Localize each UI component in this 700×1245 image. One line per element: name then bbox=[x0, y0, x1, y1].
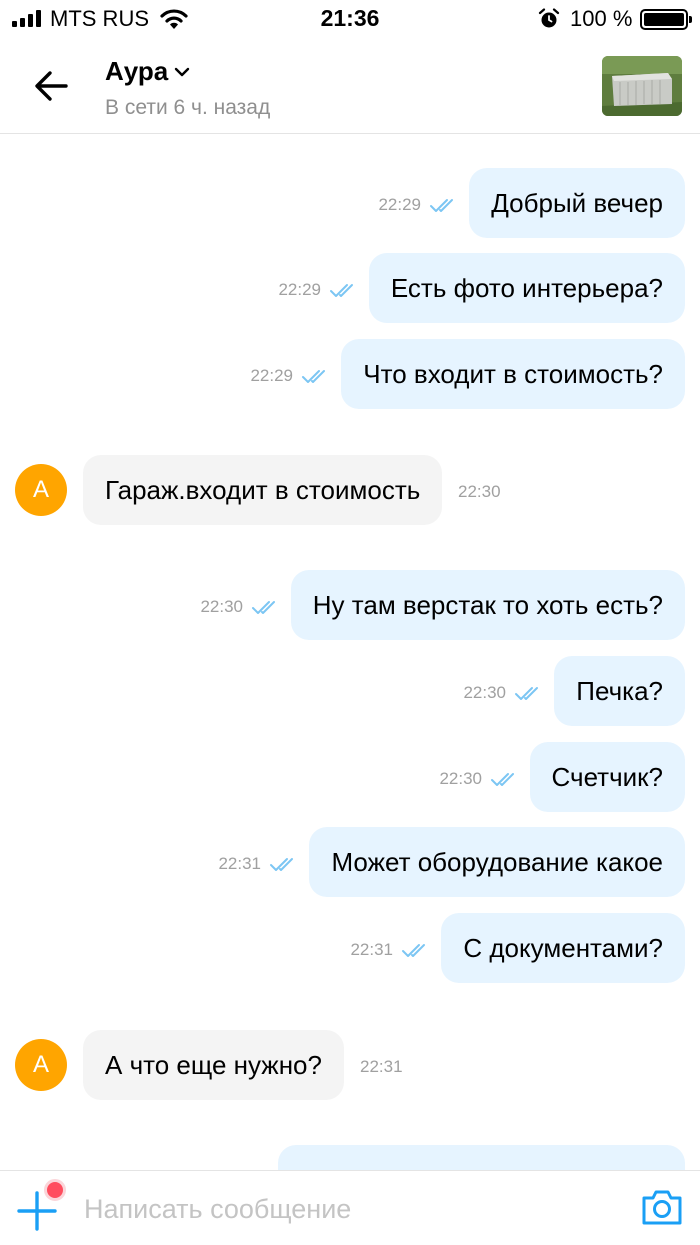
message-bubble[interactable]: Счетчик? bbox=[529, 742, 685, 812]
message-bubble[interactable]: Может оборудование какое bbox=[309, 827, 685, 897]
alarm-icon bbox=[538, 8, 560, 35]
notification-dot bbox=[44, 1179, 66, 1201]
message-bubble[interactable]: А что еще нужно? bbox=[83, 1030, 344, 1100]
message-bubble[interactable]: Ну там верстак то хоть есть? bbox=[290, 570, 685, 640]
chat-header: Аура В сети 6 ч. назад bbox=[0, 40, 700, 134]
message-meta: 22:30 bbox=[458, 482, 501, 502]
chevron-down-icon bbox=[175, 67, 190, 76]
read-check-icon bbox=[430, 199, 453, 212]
message-meta: 22:29 bbox=[378, 195, 457, 215]
battery-icon bbox=[640, 9, 692, 30]
message-row-outgoing: С документами? 22:31 bbox=[0, 913, 700, 983]
message-time: 22:30 bbox=[200, 597, 243, 616]
message-row-outgoing: Может оборудование какое 22:31 bbox=[0, 827, 700, 897]
read-check-icon bbox=[491, 773, 514, 786]
message-meta: 22:29 bbox=[278, 280, 357, 300]
message-time: 22:31 bbox=[218, 854, 261, 873]
read-check-icon bbox=[330, 284, 353, 297]
message-row-outgoing: Счетчик? 22:30 bbox=[0, 742, 700, 812]
message-bubble[interactable]: Гараж.входит в стоимость bbox=[83, 455, 443, 525]
message-meta: 22:31 bbox=[360, 1057, 403, 1077]
camera-button[interactable] bbox=[640, 1187, 684, 1227]
read-check-icon bbox=[270, 858, 293, 871]
camera-icon bbox=[642, 1190, 682, 1225]
listing-thumbnail[interactable] bbox=[602, 56, 682, 116]
message-bubble[interactable]: Добрый вечер bbox=[469, 168, 685, 238]
message-time: 22:30 bbox=[463, 683, 506, 702]
read-check-icon bbox=[402, 944, 425, 957]
message-meta: 22:29 bbox=[250, 366, 329, 386]
message-time: 22:31 bbox=[360, 1057, 403, 1076]
message-bubble[interactable]: С документами? bbox=[441, 913, 685, 983]
message-bubble[interactable]: Печка? bbox=[554, 656, 685, 726]
message-row-incoming: А Гараж.входит в стоимость 22:30 bbox=[0, 455, 700, 525]
message-row-outgoing: Ну там верстак то хоть есть? 22:30 bbox=[0, 570, 700, 640]
message-composer bbox=[0, 1170, 700, 1245]
message-time: 22:29 bbox=[278, 280, 321, 299]
message-row-outgoing: Добрый вечер 22:29 bbox=[0, 168, 700, 238]
online-status: В сети 6 ч. назад bbox=[105, 96, 271, 119]
message-meta: 22:31 bbox=[350, 940, 429, 960]
message-time: 22:31 bbox=[350, 940, 393, 959]
message-time: 22:29 bbox=[250, 366, 293, 385]
message-meta: 22:30 bbox=[439, 769, 518, 789]
message-bubble-partial[interactable] bbox=[278, 1145, 685, 1170]
battery-percent: 100 % bbox=[570, 6, 633, 31]
message-bubble[interactable]: Есть фото интерьера? bbox=[368, 253, 685, 323]
message-row-outgoing: Что входит в стоимость? 22:29 bbox=[0, 339, 700, 409]
message-bubble[interactable]: Что входит в стоимость? bbox=[341, 339, 685, 409]
message-row-outgoing: Есть фото интерьера? 22:29 bbox=[0, 253, 700, 323]
message-meta: 22:30 bbox=[463, 683, 542, 703]
chat-title: Аура bbox=[105, 56, 169, 86]
message-time: 22:29 bbox=[378, 195, 421, 214]
message-row-outgoing: Печка? 22:30 bbox=[0, 656, 700, 726]
avatar[interactable]: А bbox=[15, 464, 67, 516]
message-time: 22:30 bbox=[458, 482, 501, 501]
back-button[interactable] bbox=[30, 64, 74, 108]
read-check-icon bbox=[252, 601, 275, 614]
status-bar: MTS RUS 21:36 100 % bbox=[0, 0, 700, 40]
message-input[interactable] bbox=[84, 1189, 604, 1229]
message-meta: 22:31 bbox=[218, 854, 297, 874]
arrow-left-icon bbox=[35, 71, 68, 101]
message-meta: 22:30 bbox=[200, 597, 279, 617]
read-check-icon bbox=[302, 370, 325, 383]
avatar[interactable]: А bbox=[15, 1039, 67, 1091]
chat-title-dropdown[interactable]: Аура bbox=[105, 56, 190, 87]
message-row-incoming: А А что еще нужно? 22:31 bbox=[0, 1030, 700, 1100]
read-check-icon bbox=[515, 687, 538, 700]
message-list[interactable]: Добрый вечер 22:29 Есть фото интерьера? 22:… bbox=[0, 135, 700, 1170]
message-time: 22:30 bbox=[439, 769, 482, 788]
